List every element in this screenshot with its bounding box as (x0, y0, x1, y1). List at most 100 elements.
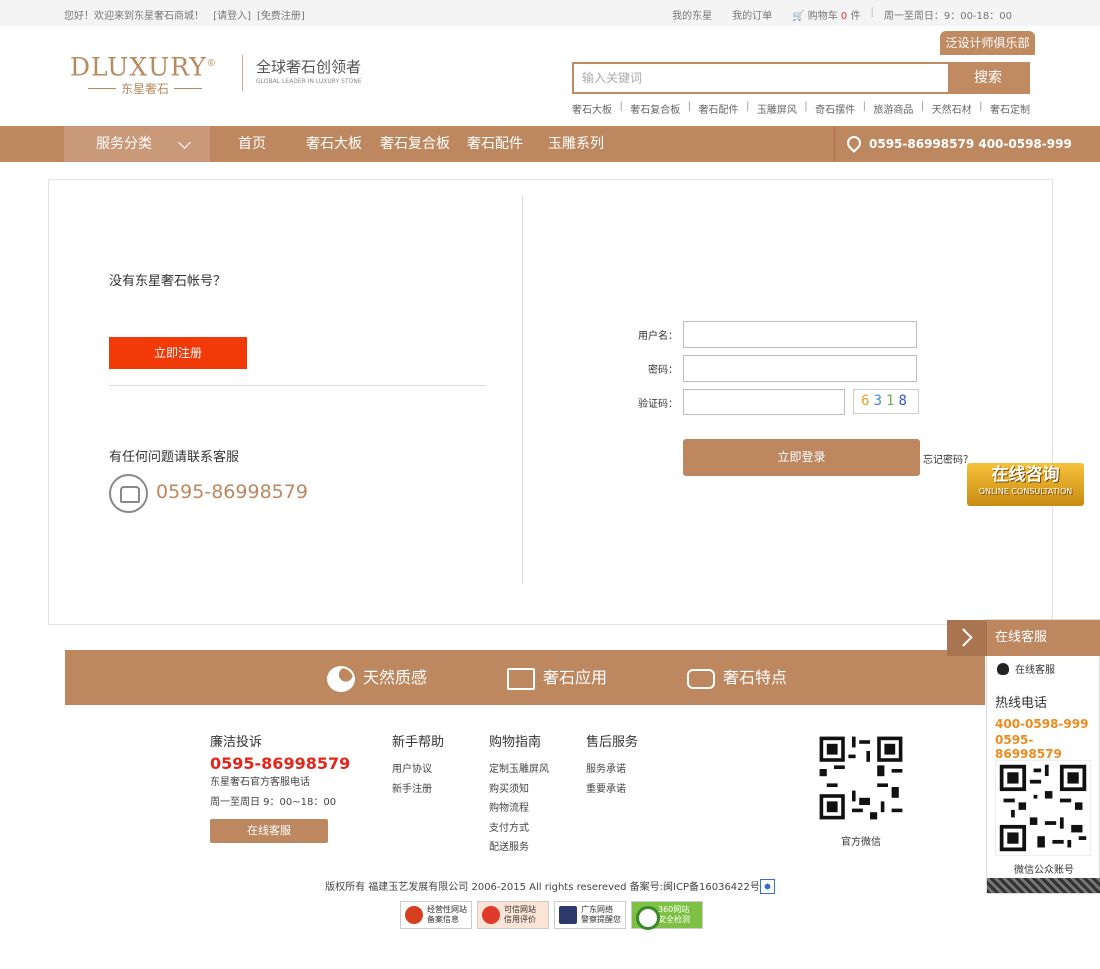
captcha-field[interactable] (683, 389, 845, 415)
nav-item-composite[interactable]: 奢石复合板 (380, 126, 450, 162)
search-button[interactable]: 搜索 (948, 64, 1028, 92)
feature-label: 奢石特点 (723, 668, 788, 687)
captcha-image[interactable]: 6318 (853, 389, 919, 414)
footer-online-service-button[interactable]: 在线客服 (210, 819, 328, 843)
online-consultation-badge[interactable]: 在线咨询 ONLINE CONSULTATION (967, 463, 1084, 506)
hot-word[interactable]: 旅游商品 (873, 101, 913, 116)
service-panel-title: 在线客服 (995, 630, 1048, 645)
footer-link[interactable]: 新手注册 (392, 780, 444, 800)
welcome-text: 您好！欢迎来到东星奢石商城！ (64, 11, 204, 22)
badge-line: 广东网络 (581, 905, 613, 914)
divider: | (979, 101, 983, 112)
register-button[interactable]: 立即注册 (109, 337, 247, 369)
register-link[interactable]: [免费注册] (257, 11, 305, 22)
captcha-label: 验证码： (638, 399, 678, 410)
hot-word[interactable]: 玉雕屏风 (757, 101, 797, 116)
coin-icon (687, 668, 715, 689)
complaint-phone: 0595-86998579 (210, 754, 351, 773)
hot-word[interactable]: 奢石复合板 (630, 101, 680, 116)
badge-line: 备案信息 (427, 915, 459, 924)
footer-link[interactable]: 服务承诺 (586, 760, 638, 780)
nav-item-home[interactable]: 首页 (238, 126, 266, 162)
hotline-phone-1: 400-0598-999 (995, 717, 1089, 731)
login-link[interactable]: [请登入] (213, 11, 251, 22)
logo-cn: 东星奢石 (70, 80, 220, 97)
chevron-right-icon[interactable] (947, 620, 987, 656)
vertical-divider (522, 196, 523, 584)
wechat-label: 微信公众账号 (1014, 865, 1074, 876)
badge-line: 警察提醒您 (581, 915, 621, 924)
hotline-label: 热线电话 (995, 696, 1048, 711)
welcome-area: 您好！欢迎来到东星奢石商城！ [请登入] [免费注册] (64, 7, 311, 22)
page: 您好！欢迎来到东星奢石商城！ [请登入] [免费注册] 我的东星 我的订单 🛒 购… (0, 0, 1100, 969)
paw-icon[interactable] (759, 879, 775, 894)
search-input[interactable] (574, 64, 948, 92)
forgot-password-link[interactable]: 忘记密码？ (923, 451, 973, 466)
hot-word[interactable]: 奢石配件 (699, 101, 739, 116)
cart-link[interactable]: 🛒 购物车 0 件 (782, 7, 870, 22)
service-panel: 在线客服 在线客服 热线电话 400-0598-999 0595-8699857… (947, 619, 1100, 894)
login-button[interactable]: 立即登录 (683, 439, 920, 476)
footer-link[interactable]: 用户协议 (392, 760, 444, 780)
footer-column-title: 购物指南 (489, 735, 542, 750)
header-divider (242, 55, 243, 91)
designer-club-button[interactable]: 泛设计师俱乐部 (940, 31, 1035, 55)
pie-icon (327, 665, 355, 692)
login-container: 没有东星奢石帐号？ 立即注册 有任何问题请联系客服 0595-86998579 … (48, 179, 1053, 625)
my-store-link[interactable]: 我的东星 (662, 7, 722, 22)
divider: | (920, 101, 925, 112)
hot-word[interactable]: 奢石定制 (990, 101, 1030, 116)
badge-line: 信用评价 (504, 915, 536, 924)
hot-word[interactable]: 奇石摆件 (815, 101, 855, 116)
features-bar: 天然质感 奢石应用 奢石特点 (65, 650, 985, 705)
trust-badge[interactable]: 经营性网站 备案信息 (400, 901, 472, 929)
logo-registered-mark: ® (206, 59, 217, 69)
trust-badge[interactable]: 广东网络 警察提醒您 (554, 901, 626, 929)
feature-characteristics: 奢石特点 (687, 650, 787, 705)
footer-column-guide: 购物指南 定制玉雕屏风 购买须知 购物流程 支付方式 配送服务 (489, 731, 549, 858)
hotline-phone-2: 0595-86998579 (995, 733, 1062, 761)
search-box: 搜索 (572, 62, 1030, 94)
footer-link[interactable]: 定制玉雕屏风 (489, 760, 549, 780)
complaint-desc: 东星奢石官方客服电话 (210, 777, 310, 788)
divider (109, 385, 486, 386)
feature-label: 天然质感 (363, 668, 428, 687)
nav-item-slabs[interactable]: 奢石大板 (306, 126, 362, 162)
nav-phone: 0595-86998579 400-0598-999 (834, 126, 1072, 162)
logo[interactable]: DLUXURY® 东星奢石 (70, 50, 240, 98)
my-orders-link[interactable]: 我的订单 (722, 7, 782, 22)
qq-service-link[interactable]: 在线客服 (997, 661, 1055, 676)
cart-unit: 件 (850, 11, 861, 22)
nav-item-jade[interactable]: 玉雕系列 (548, 126, 604, 162)
footer-link[interactable]: 购买须知 (489, 780, 549, 800)
trust-badge[interactable]: 可信网站 信用评价 (477, 901, 549, 929)
trust-badge[interactable]: 360网站 安全检测 (631, 901, 703, 930)
monitor-icon (507, 667, 535, 690)
footer-link[interactable]: 购物流程 (489, 799, 549, 819)
hot-word[interactable]: 天然石材 (932, 101, 972, 116)
footer-link[interactable]: 支付方式 (489, 819, 549, 839)
footer-link[interactable]: 重要承诺 (586, 780, 638, 800)
top-bar: 您好！欢迎来到东星奢石商城！ [请登入] [免费注册] 我的东星 我的订单 🛒 购… (0, 0, 1100, 26)
footer-column-title: 新手帮助 (392, 735, 445, 750)
hot-word[interactable]: 奢石大板 (572, 101, 612, 116)
telephone-icon (109, 474, 148, 513)
username-field[interactable] (683, 321, 917, 348)
footer-link[interactable]: 配送服务 (489, 838, 549, 858)
feature-application: 奢石应用 (507, 650, 607, 705)
badge-line: 经营性网站 (427, 905, 467, 914)
main-nav: 服务分类 首页 奢石大板 奢石复合板 奢石配件 玉雕系列 0595-869985… (0, 126, 1100, 162)
captcha-digit: 1 (886, 393, 899, 409)
cart-label: 购物车 (807, 11, 838, 22)
service-panel-header[interactable]: 在线客服 (947, 620, 1100, 656)
nav-item-accessories[interactable]: 奢石配件 (467, 126, 523, 162)
category-menu[interactable]: 服务分类 (64, 126, 210, 162)
slogan: 全球奢石创领者 GLOBAL LEADER IN LUXURY STONE (256, 58, 362, 88)
badge-line: 360网站 (658, 905, 690, 914)
footer-complaint: 廉洁投诉 0595-86998579 东星奢石官方客服电话 周一至周日 9：00… (210, 731, 350, 812)
feature-natural: 天然质感 (327, 650, 427, 705)
slogan-cn: 全球奢石创领者 (256, 58, 362, 76)
official-wechat-qr-code (816, 733, 906, 823)
footer-column-aftersales: 售后服务 服务承诺 重要承诺 (586, 731, 638, 799)
password-field[interactable] (683, 355, 917, 382)
